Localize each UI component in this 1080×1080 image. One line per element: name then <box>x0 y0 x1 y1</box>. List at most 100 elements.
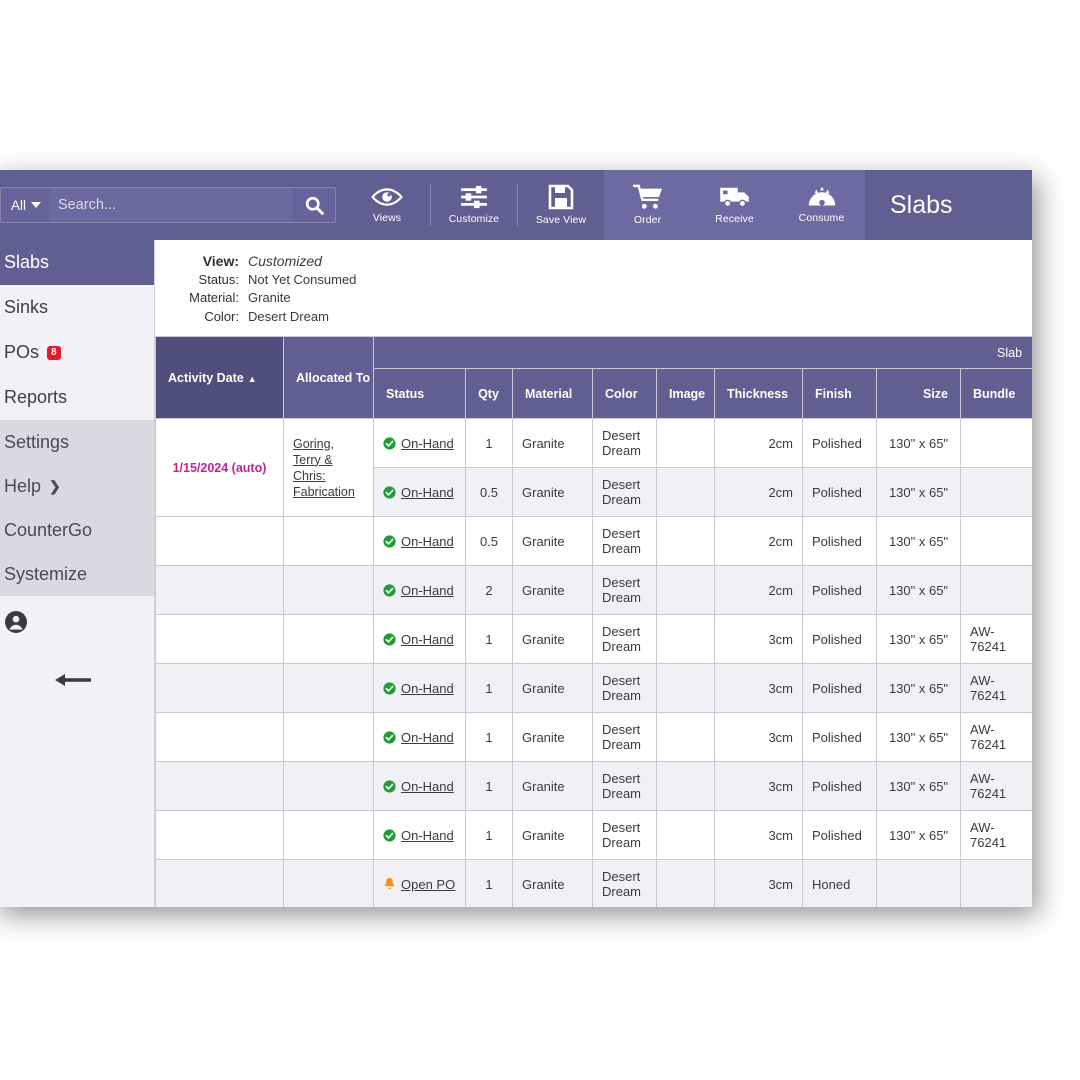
status-link[interactable]: On-Hand <box>401 534 454 549</box>
sidebar-item-slabs[interactable]: Slabs <box>0 240 154 285</box>
order-button[interactable]: Order <box>604 170 691 240</box>
sliders-icon <box>461 185 487 209</box>
cell-finish: Polished <box>802 712 877 762</box>
bell-alert-icon <box>384 877 395 890</box>
summary-label-material: Material: <box>189 290 239 305</box>
cell-status[interactable]: On-Hand <box>373 614 466 664</box>
column-header-image[interactable]: Image <box>656 368 715 419</box>
table-row[interactable]: On-Hand 1 Granite Desert Dream 3cm Polished 13… <box>155 761 1032 811</box>
cell-activity-date <box>155 565 284 615</box>
sidebar-collapse-button[interactable] <box>0 648 154 690</box>
views-button[interactable]: Views <box>344 170 430 240</box>
sidebar-item-label: Sinks <box>4 297 49 317</box>
status-link[interactable]: On-Hand <box>401 828 454 843</box>
cell-allocated-to <box>283 859 374 907</box>
cell-status[interactable]: On-Hand <box>373 663 466 713</box>
status-link[interactable]: On-Hand <box>401 681 454 696</box>
cell-bundle <box>959 565 1032 615</box>
cell-color: Desert Dream <box>592 663 657 713</box>
cell-bundle: AW-76241 <box>959 712 1032 762</box>
cell-activity-date[interactable]: 1/15/2024 (auto) <box>155 418 284 517</box>
cell-thickness: 2cm <box>714 565 803 615</box>
table-row[interactable]: On-Hand 2 Granite Desert Dream 2cm Polished 13… <box>155 565 1032 615</box>
column-header-qty[interactable]: Qty <box>465 368 513 419</box>
cell-finish: Polished <box>802 516 877 566</box>
column-header-allocated-to[interactable]: Allocated To <box>283 336 374 419</box>
cell-allocated-to <box>283 614 374 664</box>
cell-size: 130" x 65" <box>876 663 961 713</box>
cell-allocated-to <box>283 516 374 566</box>
cell-material: Granite <box>512 761 593 811</box>
cell-material: Granite <box>512 712 593 762</box>
customize-button[interactable]: Customize <box>431 170 517 240</box>
column-header-material[interactable]: Material <box>512 368 593 419</box>
sidebar-item-systemize[interactable]: Systemize <box>0 552 154 596</box>
table-row[interactable]: On-Hand 1 Granite Desert Dream 3cm Polished 13… <box>155 663 1032 713</box>
column-header-bundle[interactable]: Bundle <box>959 368 1032 419</box>
cell-status[interactable]: On-Hand <box>373 810 466 860</box>
status-link[interactable]: On-Hand <box>401 779 454 794</box>
search-input[interactable] <box>50 197 293 213</box>
cell-qty: 1 <box>465 663 513 713</box>
cell-status[interactable]: On-Hand <box>373 516 466 566</box>
cell-bundle: AW-76241 <box>959 614 1032 664</box>
floppy-disk-icon <box>548 184 574 210</box>
sidebar-item-reports[interactable]: Reports <box>0 375 154 420</box>
cell-status[interactable]: On-Hand <box>373 467 466 517</box>
column-header-thickness[interactable]: Thickness <box>714 368 803 419</box>
account-button[interactable] <box>0 596 154 648</box>
sidebar-item-sinks[interactable]: Sinks <box>0 285 154 330</box>
status-link[interactable]: On-Hand <box>401 583 454 598</box>
status-link[interactable]: On-Hand <box>401 485 454 500</box>
cell-bundle: AW-76241 <box>959 761 1032 811</box>
cell-finish: Polished <box>802 614 877 664</box>
saw-blade-icon <box>808 186 835 206</box>
cell-status[interactable]: Open PO <box>373 859 466 907</box>
table-row[interactable]: On-Hand 1 Granite Desert Dream 3cm Polished 13… <box>155 810 1032 860</box>
column-header-finish[interactable]: Finish <box>802 368 877 419</box>
delivery-truck-icon <box>719 187 749 208</box>
column-header-activity-date[interactable]: Activity Date ▲ <box>155 336 284 419</box>
sidebar-item-help[interactable]: Help ❯ <box>0 464 154 508</box>
cell-allocated-to[interactable]: Goring, Terry & Chris: Fabrication <box>283 418 374 517</box>
table-row[interactable]: 1/15/2024 (auto) Goring, Terry & Chris: F… <box>155 418 1032 517</box>
cell-image <box>656 761 715 811</box>
search-scope-dropdown[interactable]: All <box>1 188 50 222</box>
consume-button-label: Consume <box>798 212 845 224</box>
cell-thickness: 3cm <box>714 712 803 762</box>
cell-size: 130" x 65" <box>876 712 961 762</box>
check-circle-icon <box>383 534 396 548</box>
status-link[interactable]: On-Hand <box>401 632 454 647</box>
sidebar-item-countergo[interactable]: CounterGo <box>0 508 154 552</box>
search-box[interactable]: All <box>0 187 336 223</box>
receive-button[interactable]: Receive <box>691 170 778 240</box>
table-row[interactable]: On-Hand 1 Granite Desert Dream 3cm Polished 13… <box>155 712 1032 762</box>
column-header-status[interactable]: Status <box>373 368 466 419</box>
status-link[interactable]: On-Hand <box>401 436 454 451</box>
cell-status[interactable]: On-Hand <box>373 712 466 762</box>
check-circle-icon <box>383 828 396 842</box>
table-body: 1/15/2024 (auto) Goring, Terry & Chris: F… <box>155 418 1032 907</box>
sidebar-item-settings[interactable]: Settings <box>0 420 154 464</box>
search-button[interactable] <box>293 188 335 222</box>
column-header-color[interactable]: Color <box>592 368 657 419</box>
status-link[interactable]: On-Hand <box>401 730 454 745</box>
cell-status[interactable]: On-Hand <box>373 565 466 615</box>
cell-status[interactable]: On-Hand <box>373 418 466 468</box>
check-circle-icon <box>383 681 396 695</box>
table-row[interactable]: Open PO 1 Granite Desert Dream 3cm Honed <box>155 859 1032 907</box>
cell-status[interactable]: On-Hand <box>373 761 466 811</box>
table-row[interactable]: On-Hand 1 Granite Desert Dream 3cm Polished 13… <box>155 614 1032 664</box>
check-circle-icon <box>383 485 396 499</box>
consume-button[interactable]: Consume <box>778 170 865 240</box>
table-row[interactable]: On-Hand 0.5 Granite Desert Dream 2cm Polished… <box>155 516 1032 566</box>
cell-color: Desert Dream <box>592 516 657 566</box>
sidebar-primary-nav: Slabs Sinks POs 8 Reports <box>0 240 154 420</box>
sidebar-secondary-nav: Settings Help ❯ CounterGo Systemize <box>0 420 154 596</box>
cell-finish: Polished <box>802 810 877 860</box>
status-link[interactable]: Open PO <box>401 877 455 892</box>
cell-activity-date <box>155 810 284 860</box>
column-header-size[interactable]: Size <box>876 368 961 419</box>
sidebar-item-pos[interactable]: POs 8 <box>0 330 154 375</box>
save-view-button[interactable]: Save View <box>518 170 604 240</box>
